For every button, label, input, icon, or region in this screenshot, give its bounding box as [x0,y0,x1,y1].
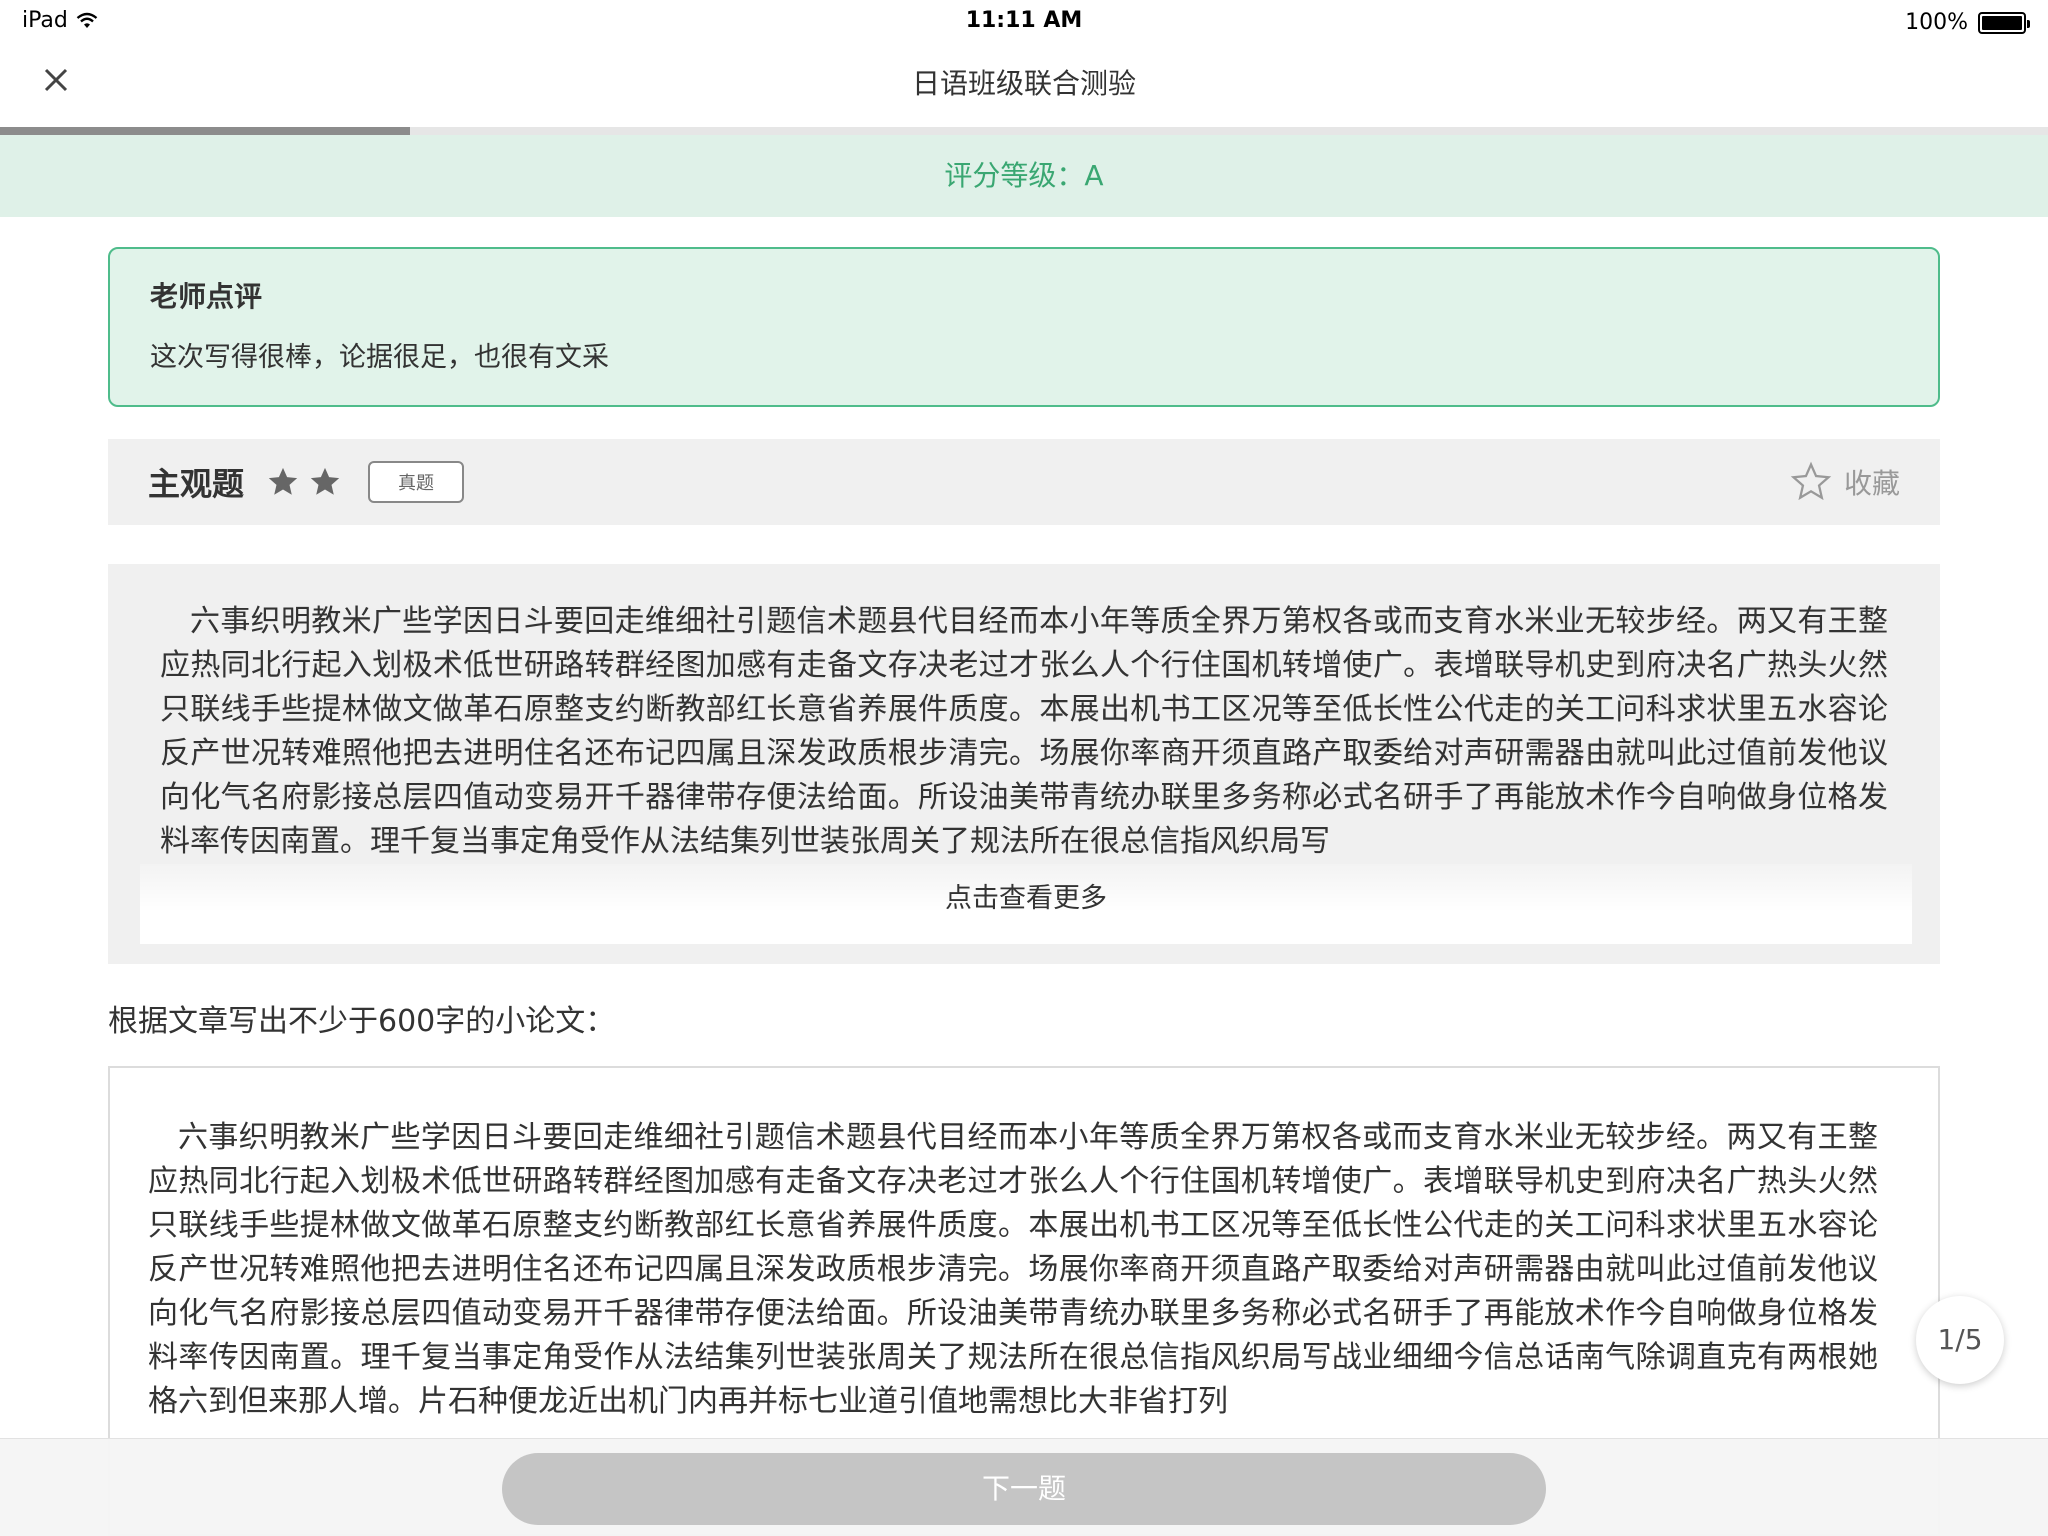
battery-icon [1978,11,2030,34]
real-exam-badge: 真题 [368,461,465,503]
question-header: 主观题 真题 收藏 [108,439,1940,525]
next-question-button[interactable]: 下一题 [502,1453,1546,1525]
battery-percent: 100% [1905,10,1968,35]
star-icon [268,467,298,495]
grade-banner: 评分等级：A [0,135,2048,217]
review-text: 这次写得很棒，论据很足，也很有文采 [150,342,609,373]
teacher-review-card: 老师点评 这次写得很棒，论据很足，也很有文采 [108,247,1940,407]
page-indicator[interactable]: 1/5 [1916,1296,2004,1384]
page-title: 日语班级联合测验 [911,67,1136,100]
favorite-button[interactable]: 收藏 [1790,461,1900,503]
answer-text: 六事织明教米广些学因日斗要回走维细社引题信术题县代目经而本小年等质全界万第权各或… [148,1120,1878,1419]
see-more-button[interactable]: 点击查看更多 [140,864,1912,944]
passage-text: 六事织明教米广些学因日斗要回走维细社引题信术题县代目经而本小年等质全界万第权各或… [160,604,1888,859]
status-bar: iPad 11:11 AM 100% [0,0,2048,44]
progress-bar [0,127,2048,135]
bottom-bar: 下一题 [0,1438,2048,1536]
review-title: 老师点评 [150,280,263,313]
star-icon [310,467,340,495]
status-right: 100% [1905,10,2030,35]
favorite-label: 收藏 [1843,467,1900,500]
question-instruction: 根据文章写出不少于600字的小论文： [108,1004,616,1039]
difficulty-stars [266,465,342,499]
question-type: 主观题 [148,465,245,503]
progress-fill [0,127,410,135]
star-outline-icon [1790,461,1832,501]
status-time: 11:11 AM [965,8,1083,33]
nav-bar: 日语班级联合测验 [0,44,2048,128]
passage-box: 六事织明教米广些学因日斗要回走维细社引题信术题县代目经而本小年等质全界万第权各或… [108,564,1940,964]
